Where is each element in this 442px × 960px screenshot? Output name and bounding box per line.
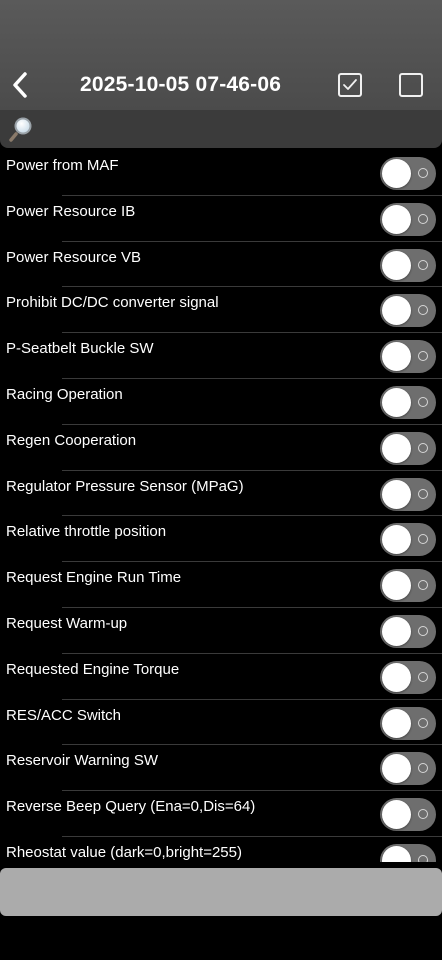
off-indicator-icon: [418, 625, 428, 636]
list-item-label: Power from MAF: [6, 157, 119, 174]
toggle-switch[interactable]: [380, 706, 436, 740]
toggle-knob: [382, 479, 411, 509]
list-item: Relative throttle position: [0, 516, 442, 563]
list-item: Racing Operation: [0, 379, 442, 425]
list-item: Power from MAF: [0, 150, 442, 196]
toggle-switch[interactable]: [380, 385, 436, 419]
toggle-switch[interactable]: [380, 660, 436, 694]
list-item: Prohibit DC/DC converter signal: [0, 287, 442, 334]
toggle-switch[interactable]: [380, 294, 436, 328]
list-item-label: RES/ACC Switch: [6, 706, 122, 724]
off-indicator-icon: [418, 534, 428, 545]
list-item: Regen Cooperation: [0, 425, 442, 471]
off-indicator-icon: [418, 442, 428, 453]
off-indicator-icon: [418, 351, 428, 362]
toggle-switch[interactable]: [380, 431, 436, 465]
search-bar: [0, 110, 442, 148]
list-item-label: Regen Cooperation: [6, 431, 137, 449]
back-button[interactable]: [6, 68, 34, 102]
toggle-switch[interactable]: [380, 202, 436, 236]
toggle-switch[interactable]: [380, 340, 436, 374]
list-item: Power Resource IB: [0, 196, 442, 242]
off-indicator-icon: [418, 168, 428, 178]
search-icon: [9, 117, 32, 142]
list-item: Reservoir Warning SW: [0, 745, 442, 792]
toggle-knob: [382, 800, 411, 830]
toggle-knob: [382, 525, 411, 555]
list-item-label: Request Engine Run Time: [6, 569, 182, 587]
list-item-label: P-Seatbelt Buckle SW: [6, 340, 154, 358]
off-indicator-icon: [418, 259, 428, 270]
off-indicator-icon: [418, 488, 428, 499]
list-item: Request Engine Run Time: [0, 562, 442, 608]
toggle-switch[interactable]: [380, 157, 436, 190]
list-item-label: Regulator Pressure Sensor (MPaG): [6, 477, 244, 495]
list-item: Request Warm-up: [0, 608, 442, 654]
off-indicator-icon: [418, 854, 428, 862]
toggle-knob: [382, 387, 411, 417]
toggle-knob: [382, 845, 411, 862]
off-indicator-icon: [418, 809, 428, 820]
list-item: Power Resource VB: [0, 242, 442, 288]
list-item-label: Racing Operation: [6, 385, 123, 403]
toggle-knob: [382, 616, 411, 646]
list-item-label: Prohibit DC/DC converter signal: [6, 294, 219, 312]
toggle-knob: [382, 433, 411, 463]
toggle-knob: [382, 708, 411, 738]
toggle-switch[interactable]: [380, 569, 436, 603]
toggle-knob: [382, 662, 411, 692]
off-indicator-icon: [418, 763, 428, 774]
list-item-label: Rheostat value (dark=0,bright=255): [6, 843, 242, 861]
checkmark-icon: [343, 79, 357, 90]
toggle-knob: [382, 754, 411, 784]
toggle-knob: [382, 250, 411, 280]
list-item-label: Power Resource IB: [6, 202, 136, 220]
toggle-knob: [382, 296, 411, 326]
toggle-switch[interactable]: [380, 477, 436, 511]
header-bar: 2025-10-05 07-46-06: [0, 0, 442, 110]
list-item: Requested Engine Torque: [0, 654, 442, 700]
off-indicator-icon: [418, 717, 428, 728]
off-indicator-icon: [418, 671, 428, 682]
off-indicator-icon: [418, 213, 428, 224]
list-item: RES/ACC Switch: [0, 700, 442, 746]
deselect-all-button[interactable]: [399, 73, 423, 97]
toggle-switch[interactable]: [380, 798, 436, 832]
list-item: Regulator Pressure Sensor (MPaG): [0, 471, 442, 517]
select-all-button[interactable]: [338, 73, 362, 97]
bottom-action-button[interactable]: [0, 868, 442, 916]
page: 2025-10-05 07-46-06 Power from MAF Power …: [0, 0, 442, 960]
list-item: Reverse Beep Query (Ena=0,Dis=64): [0, 791, 442, 837]
toggle-knob: [382, 342, 411, 372]
list-item-label: Power Resource VB: [6, 248, 142, 266]
toggle-switch[interactable]: [380, 248, 436, 282]
toggle-switch[interactable]: [380, 843, 436, 862]
list-item-label: Reverse Beep Query (Ena=0,Dis=64): [6, 798, 256, 816]
off-indicator-icon: [418, 580, 428, 591]
toggle-knob: [382, 159, 411, 188]
off-indicator-icon: [418, 396, 428, 407]
chevron-left-icon: [13, 72, 27, 98]
toggle-knob: [382, 571, 411, 601]
list-item: P-Seatbelt Buckle SW: [0, 333, 442, 379]
list-item-label: Requested Engine Torque: [6, 660, 180, 678]
parameter-list: Power from MAF Power Resource IB Power Res…: [0, 150, 442, 862]
page-title: 2025-10-05 07-46-06: [80, 73, 282, 96]
list-item-label: Reservoir Warning SW: [6, 752, 158, 770]
toggle-switch[interactable]: [380, 523, 436, 557]
search-input[interactable]: [40, 114, 434, 146]
toggle-knob: [382, 204, 411, 234]
toggle-switch[interactable]: [380, 614, 436, 648]
toggle-switch[interactable]: [380, 752, 436, 786]
off-indicator-icon: [418, 305, 428, 316]
list-item: Rheostat value (dark=0,bright=255): [0, 837, 442, 862]
list-item-label: Relative throttle position: [6, 523, 167, 541]
list-item-label: Request Warm-up: [6, 614, 128, 632]
